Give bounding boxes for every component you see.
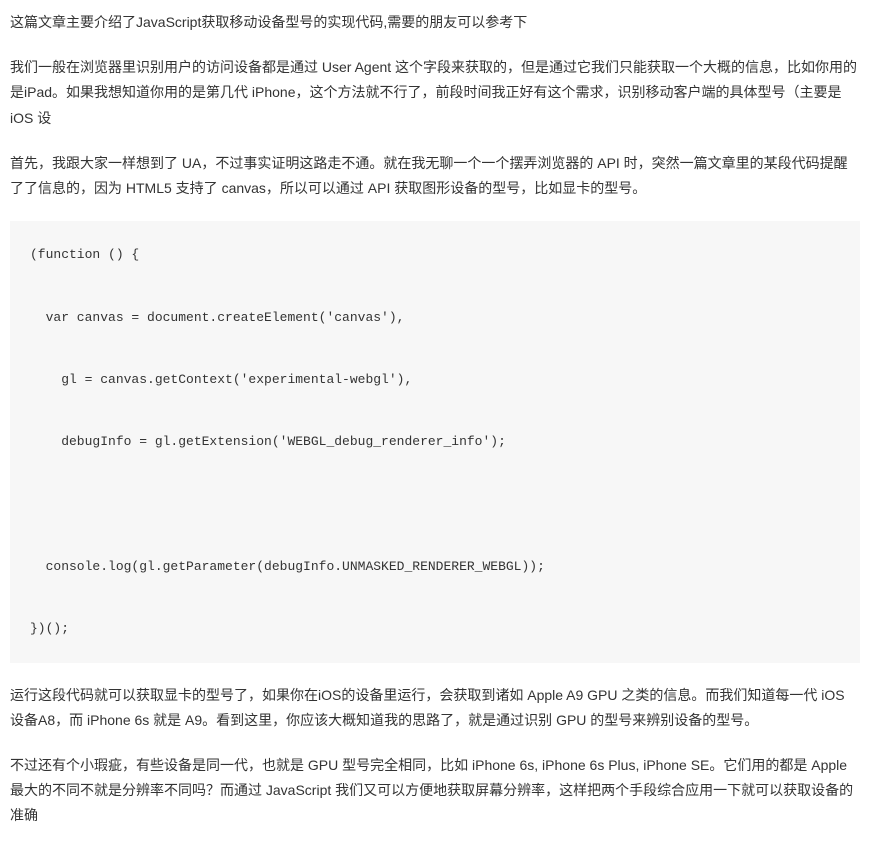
paragraph-4: 不过还有个小瑕疵，有些设备是同一代，也就是 GPU 型号完全相同，比如 iPho… bbox=[10, 753, 860, 829]
paragraph-3: 运行这段代码就可以获取显卡的型号了，如果你在iOS的设备里运行，会获取到诸如 A… bbox=[10, 683, 860, 733]
paragraph-2: 首先，我跟大家一样想到了 UA，不过事实证明这路走不通。就在我无聊一个一个摆弄浏… bbox=[10, 151, 860, 201]
paragraph-1: 我们一般在浏览器里识别用户的访问设备都是通过 User Agent 这个字段来获… bbox=[10, 55, 860, 131]
code-block: (function () { var canvas = document.cre… bbox=[10, 221, 860, 662]
article-intro: 这篇文章主要介绍了JavaScript获取移动设备型号的实现代码,需要的朋友可以… bbox=[10, 10, 860, 35]
